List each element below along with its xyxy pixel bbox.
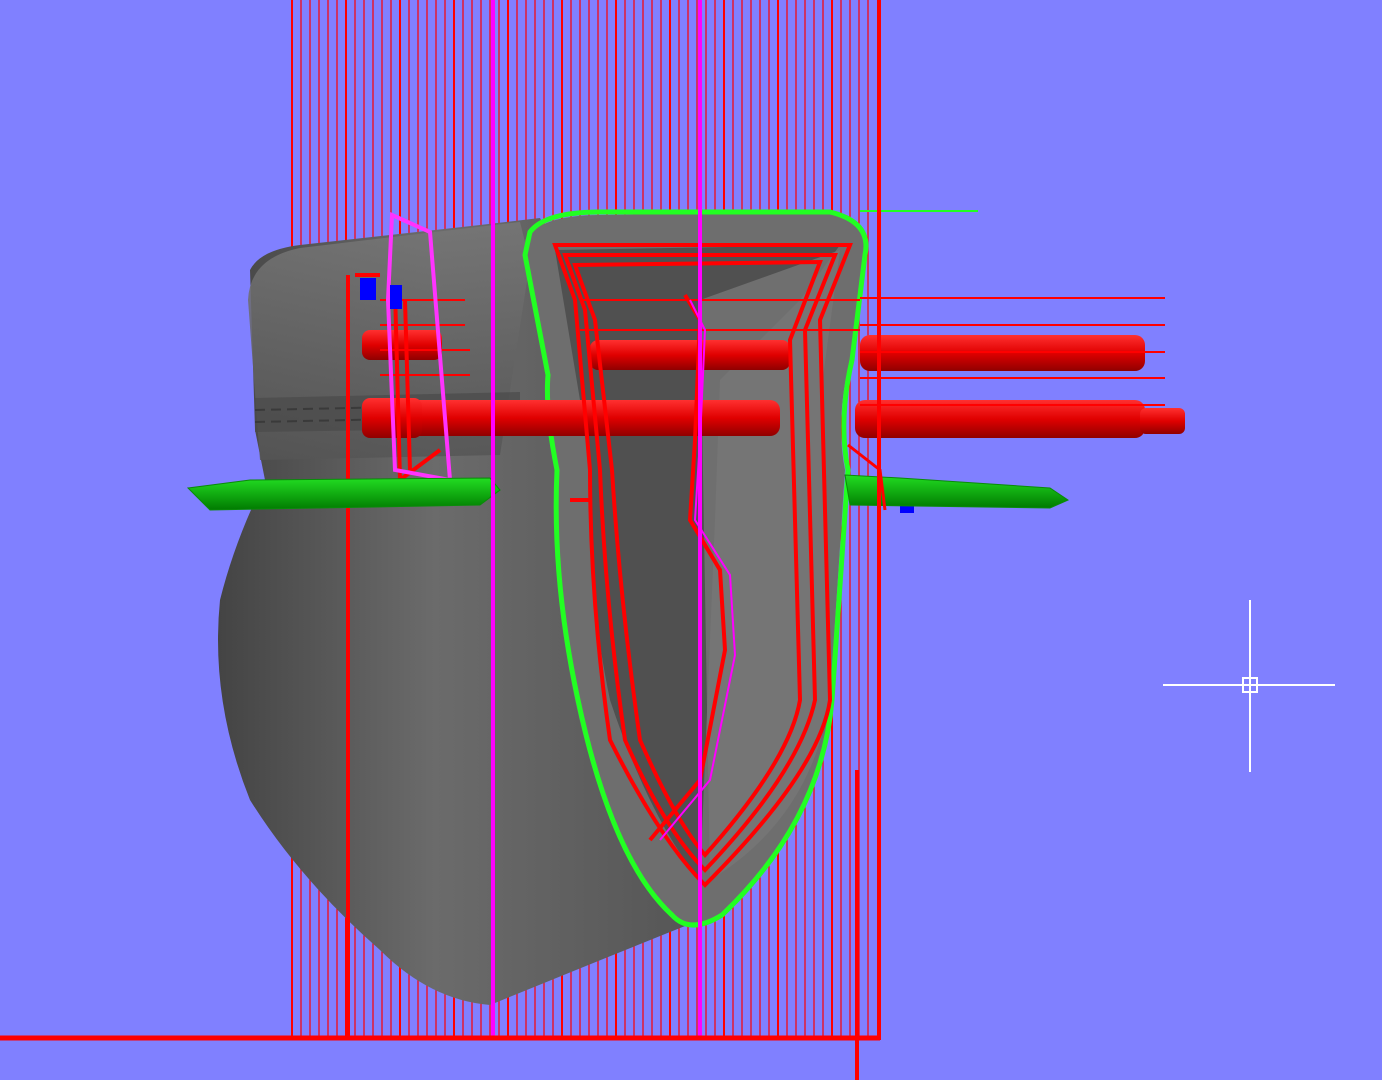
shaft-tube-lower-end (1140, 408, 1185, 434)
stabilizer-fin-left (186, 477, 501, 511)
cad-3d-viewport[interactable] (0, 0, 1382, 1080)
crosshair-icon (1163, 600, 1335, 772)
marker-blue-1 (360, 278, 376, 300)
model-scene[interactable] (0, 0, 1382, 1080)
shaft-tube-mid-upper (590, 340, 790, 370)
shaft-tube-left-upper (362, 330, 442, 360)
shaft-tube-mid-lower (400, 400, 780, 436)
marker-blue-2 (390, 285, 402, 309)
